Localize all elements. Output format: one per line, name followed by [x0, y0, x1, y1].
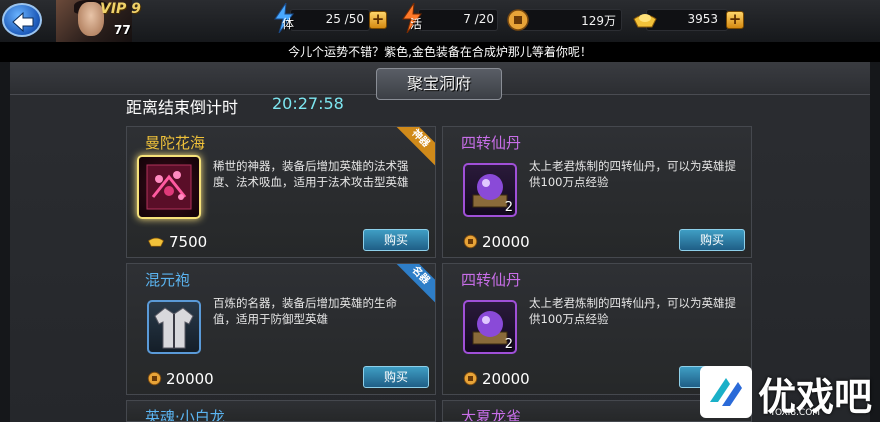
item-name: 英魂·小白龙: [145, 408, 225, 422]
copper-coin-icon: [147, 371, 162, 386]
item-price: 20000: [463, 233, 530, 251]
watermark-logo-icon: [710, 378, 742, 406]
vitality-resource: 活 7 /20: [400, 3, 500, 33]
back-arrow-icon: [12, 11, 34, 33]
buy-button[interactable]: 购买: [679, 229, 745, 251]
top-bar: VIP 9 77 体 25 /50 + 活 7 /20 129万 3953 +: [0, 0, 880, 43]
flower-sea-icon: [146, 164, 192, 210]
vitality-icon-label: 活: [410, 17, 423, 31]
buy-button[interactable]: 购买: [363, 366, 429, 388]
watermark-url: YOXI8.COM: [770, 408, 821, 418]
back-button[interactable]: [2, 3, 42, 37]
copper-resource: 129万: [506, 9, 622, 31]
item-quantity: 2: [504, 337, 513, 352]
item-name: 混元袍: [145, 271, 191, 289]
stamina-resource: 体 25 /50 +: [272, 3, 390, 33]
item-icon[interactable]: 2: [463, 300, 517, 354]
shop-title: 聚宝洞府: [376, 68, 502, 100]
announcement-marquee: 今儿个运势不错？紫色,金色装备在合成炉那儿等着你呢！: [0, 42, 880, 62]
item-price-value: 7500: [169, 233, 208, 251]
item-description: 太上老君炼制的四转仙丹，可以为英雄提供100万点经验: [529, 296, 736, 326]
item-price-value: 20000: [166, 370, 214, 388]
shop-item-card: 神器 曼陀花海 稀世的神器，装备后增加英雄的法术强度、法术吸血，适用于法术攻击型…: [126, 126, 436, 258]
stamina-value: 25 /50: [325, 12, 364, 26]
panel-left-border: [0, 62, 10, 422]
item-description: 百炼的名器，装备后增加英雄的生命值，适用于防御型英雄: [213, 296, 397, 326]
item-icon[interactable]: 2: [463, 163, 517, 217]
gold-resource: 3953 +: [632, 9, 744, 31]
add-stamina-button[interactable]: +: [369, 11, 387, 29]
item-description: 稀世的神器，装备后增加英雄的法术强度、法术吸血，适用于法术攻击型英雄: [213, 159, 409, 189]
vitality-value: 7 /20: [463, 12, 494, 26]
countdown-timer: 20:27:58: [272, 94, 344, 113]
copper-value: 129万: [581, 14, 616, 28]
item-price: 7500: [147, 233, 207, 251]
item-icon[interactable]: [137, 155, 201, 219]
player-level: 77: [114, 23, 131, 37]
copper-coin-icon: [463, 371, 478, 386]
robe-icon: [154, 307, 194, 349]
gold-ingot-icon: [148, 237, 164, 247]
countdown-label: 距离结束倒计时: [126, 98, 239, 117]
buy-button[interactable]: 购买: [363, 229, 429, 251]
stamina-icon-label: 体: [282, 17, 295, 31]
shop-item-card: 四转仙丹 2 太上老君炼制的四转仙丹，可以为英雄提供100万点经验 20000 …: [442, 126, 752, 258]
item-name: 大夏龙雀: [461, 408, 522, 422]
shop-item-card: 英魂·小白龙: [126, 400, 436, 422]
item-name: 曼陀花海: [145, 134, 206, 152]
item-name: 四转仙丹: [461, 271, 522, 289]
item-description: 太上老君炼制的四转仙丹，可以为英雄提供100万点经验: [529, 159, 736, 189]
item-quantity: 2: [504, 200, 513, 215]
item-price-value: 20000: [482, 233, 530, 251]
item-price: 20000: [147, 370, 214, 388]
shop-item-card: 名器 混元袍 百炼的名器，装备后增加英雄的生命值，适用于防御型英雄 20000 …: [126, 263, 436, 395]
add-gold-button[interactable]: +: [726, 11, 744, 29]
item-price: 20000: [463, 370, 530, 388]
item-icon[interactable]: [147, 300, 201, 354]
copper-coin-icon: [463, 234, 478, 249]
vip-badge[interactable]: VIP 9: [100, 1, 141, 17]
copper-coin-icon: [507, 9, 529, 31]
item-price-value: 20000: [482, 370, 530, 388]
watermark-logo: [700, 366, 752, 418]
gold-ingot-icon: [633, 14, 657, 28]
gold-value: 3953: [687, 12, 718, 26]
item-name: 四转仙丹: [461, 134, 522, 152]
